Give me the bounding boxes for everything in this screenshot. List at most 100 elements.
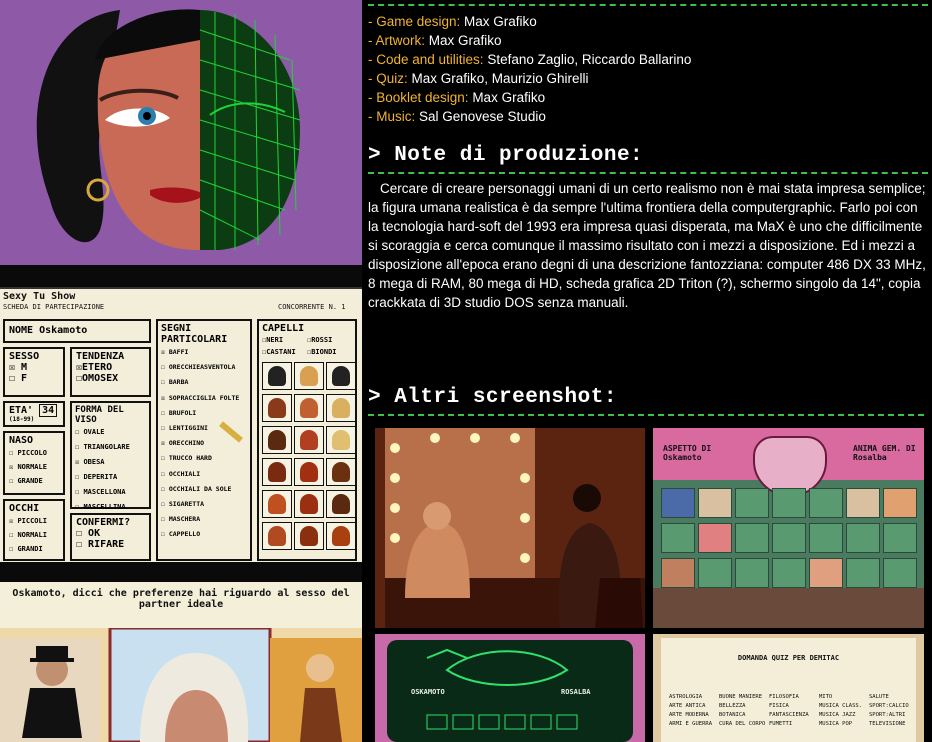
hairstyle-icon	[300, 366, 318, 386]
nose-option-piccolo[interactable]: ☐ PICCOLO	[9, 446, 59, 460]
quiz-category[interactable]: FANTASCIENZA	[769, 712, 819, 718]
board-tile[interactable]	[661, 558, 695, 588]
segno-option[interactable]: ☐ MASCHERA	[161, 512, 247, 527]
ok-button[interactable]: ☐ OK	[76, 528, 145, 539]
segno-option[interactable]: ☐ OCCHIALI DA SOLE	[161, 482, 247, 497]
quiz-category[interactable]: BELLEZZA	[719, 703, 769, 709]
hairstyle-option[interactable]	[294, 458, 324, 486]
hairstyle-option[interactable]	[262, 458, 292, 486]
quiz-category[interactable]: ASTROLOGIA	[669, 694, 719, 700]
board-tile[interactable]	[698, 523, 732, 553]
hairstyle-option[interactable]	[326, 394, 356, 422]
quiz-category[interactable]: BOTANICA	[719, 712, 769, 718]
segno-option[interactable]: ☐ OCCHIALI	[161, 467, 247, 482]
quiz-category[interactable]: MITO	[819, 694, 869, 700]
quiz-category[interactable]: MUSICA JAZZ	[819, 712, 869, 718]
quiz-category[interactable]: BUONE MANIERE	[719, 694, 769, 700]
board-tile[interactable]	[698, 488, 732, 518]
board-tile[interactable]	[809, 558, 843, 588]
segno-option[interactable]: ☐ CAPPELLO	[161, 527, 247, 542]
board-tile[interactable]	[883, 523, 917, 553]
hairstyle-grid	[262, 362, 356, 550]
eye-option-grandi[interactable]: ☐ GRANDI	[9, 542, 59, 556]
eye-option-normali[interactable]: ☐ NORMALI	[9, 528, 59, 542]
eye-option-piccoli[interactable]: ☒ PICCOLI	[9, 514, 59, 528]
board-tile[interactable]	[883, 488, 917, 518]
hair-opt-biondi[interactable]: ☐BIONDI	[307, 346, 352, 358]
quiz-category[interactable]: MUSICA CLASS.	[819, 703, 869, 709]
hairstyle-option[interactable]	[294, 426, 324, 454]
etero-option[interactable]: ☒ETERO	[76, 362, 145, 373]
quiz-category[interactable]: TELEVISIONE	[869, 721, 919, 727]
nose-option-normale[interactable]: ☒ NORMALE	[9, 460, 59, 474]
segno-option[interactable]: ☐ ORECCHIEASVENTOLA	[161, 360, 247, 375]
sesso-f-option[interactable]: ☐ F	[9, 373, 59, 384]
board-tile[interactable]	[735, 523, 769, 553]
segno-option[interactable]: ☒ SOPRACCIGLIA FOLTE	[161, 391, 247, 406]
hairstyle-option[interactable]	[326, 458, 356, 486]
hairstyle-option[interactable]	[262, 426, 292, 454]
board-tile[interactable]	[698, 558, 732, 588]
face-opt-deperita[interactable]: ☐ DEPERITA	[75, 470, 146, 485]
screenshot-quiz-categories[interactable]: DOMANDA QUIZ PER DEMITAC ASTROLOGIA BUONE…	[653, 634, 924, 742]
face-opt-ovale[interactable]: ☐ OVALE	[75, 425, 146, 440]
board-tile[interactable]	[883, 558, 917, 588]
quiz-screenshot: Oskamoto, dicci che preferenze hai rigua…	[0, 582, 362, 742]
hairstyle-option[interactable]	[294, 362, 324, 390]
screenshot-neon-lips[interactable]: OSKAMOTO ROSALBA	[375, 634, 645, 742]
quiz-category[interactable]: SPORT:CALCIO	[869, 703, 919, 709]
quiz-category[interactable]: ARMI E GUERRA	[669, 721, 719, 727]
quiz-category[interactable]: FISICA	[769, 703, 819, 709]
board-tile[interactable]	[661, 523, 695, 553]
board-tile[interactable]	[772, 558, 806, 588]
board-tile[interactable]	[772, 523, 806, 553]
segno-option[interactable]: ☐ BRUFOLI	[161, 406, 247, 421]
hairstyle-option[interactable]	[262, 490, 292, 518]
screenshot-aspect-board[interactable]: ASPETTO DI Oskamoto ANIMA GEM. DI Rosalb…	[653, 428, 924, 628]
sesso-m-option[interactable]: ☒ M	[9, 362, 59, 373]
quiz-category[interactable]: FILOSOFIA	[769, 694, 819, 700]
board-tile[interactable]	[809, 523, 843, 553]
hair-opt-castani[interactable]: ☐CASTANI	[262, 346, 307, 358]
quiz-category[interactable]: MUSICA POP	[819, 721, 869, 727]
occhi-label: OCCHI	[9, 503, 40, 514]
hairstyle-option[interactable]	[326, 362, 356, 390]
hair-opt-rossi[interactable]: ☐ROSSI	[307, 334, 352, 346]
omosex-option[interactable]: ☐OMOSEX	[76, 373, 145, 384]
screenshot-mirror-scene[interactable]	[375, 428, 645, 628]
hairstyle-option[interactable]	[326, 490, 356, 518]
board-tile[interactable]	[846, 488, 880, 518]
hairstyle-option[interactable]	[262, 522, 292, 550]
hairstyle-option[interactable]	[294, 394, 324, 422]
board-tile[interactable]	[661, 488, 695, 518]
segno-option[interactable]: ☐ BARBA	[161, 375, 247, 390]
board-tile[interactable]	[809, 488, 843, 518]
hairstyle-option[interactable]	[262, 362, 292, 390]
rifare-button[interactable]: ☐ RIFARE	[76, 539, 145, 550]
age-field[interactable]: 34	[39, 404, 58, 417]
quiz-category[interactable]: SPORT:ALTRI	[869, 712, 919, 718]
face-opt-obesa[interactable]: ☒ OBESA	[75, 455, 146, 470]
nose-option-grande[interactable]: ☐ GRANDE	[9, 474, 59, 488]
board-tile[interactable]	[846, 558, 880, 588]
segno-option[interactable]: ☐ TRUCCO HARD	[161, 451, 247, 466]
segno-option[interactable]: ☐ SIGARETTA	[161, 497, 247, 512]
quiz-category[interactable]: SALUTE	[869, 694, 919, 700]
quiz-category[interactable]: ARTE ANTICA	[669, 703, 719, 709]
hair-opt-neri[interactable]: ☐NERI	[262, 334, 307, 346]
hairstyle-option[interactable]	[294, 522, 324, 550]
quiz-category[interactable]: ARTE MODERNA	[669, 712, 719, 718]
quiz-category[interactable]: CURA DEL CORPO	[719, 721, 769, 727]
quiz-category[interactable]: FUMETTI	[769, 721, 819, 727]
hairstyle-option[interactable]	[326, 426, 356, 454]
hairstyle-option[interactable]	[262, 394, 292, 422]
hairstyle-option[interactable]	[326, 522, 356, 550]
face-opt-triangolare[interactable]: ☐ TRIANGOLARE	[75, 440, 146, 455]
face-opt-mascellona[interactable]: ☐ MASCELLONA	[75, 485, 146, 500]
board-tile[interactable]	[846, 523, 880, 553]
board-tile[interactable]	[735, 558, 769, 588]
hairstyle-option[interactable]	[294, 490, 324, 518]
segno-option[interactable]: ☒ BAFFI	[161, 345, 247, 360]
board-tile[interactable]	[735, 488, 769, 518]
board-tile[interactable]	[772, 488, 806, 518]
